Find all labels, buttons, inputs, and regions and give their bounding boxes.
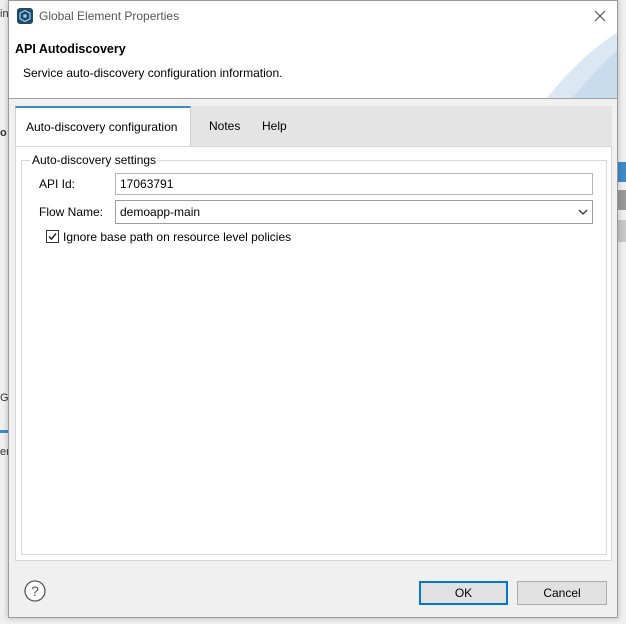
- help-icon: ?: [24, 580, 46, 602]
- tab-help[interactable]: Help: [252, 106, 297, 146]
- api-id-input[interactable]: 17063791: [115, 173, 593, 195]
- title-bar: Global Element Properties: [9, 1, 617, 33]
- ok-button[interactable]: OK: [419, 581, 508, 605]
- svg-text:?: ?: [31, 583, 39, 599]
- background-strip: [618, 162, 626, 182]
- help-button[interactable]: ?: [23, 579, 47, 603]
- header-title: API Autodiscovery: [15, 42, 126, 56]
- checkmark-icon: [48, 233, 57, 241]
- window-title: Global Element Properties: [39, 9, 180, 23]
- background-fragment: o: [0, 127, 7, 139]
- tab-auto-discovery-configuration[interactable]: Auto-discovery configuration: [15, 106, 191, 146]
- close-icon: [594, 10, 606, 22]
- background-strip: [618, 190, 626, 210]
- global-element-properties-dialog: Global Element Properties API Autodiscov…: [8, 0, 618, 618]
- tab-panel: Auto-discovery settings API Id: 17063791…: [15, 146, 612, 561]
- tab-notes[interactable]: Notes: [199, 106, 250, 146]
- header-description: Service auto-discovery configuration inf…: [23, 66, 283, 80]
- background-strip: [0, 430, 8, 433]
- chevron-down-icon: [578, 209, 588, 215]
- flow-name-select[interactable]: demoapp-main: [115, 200, 593, 224]
- tab-bar: Auto-discovery configuration Notes Help: [15, 106, 612, 146]
- flow-name-label: Flow Name:: [39, 205, 104, 219]
- group-label: Auto-discovery settings: [30, 153, 159, 167]
- ignore-base-path-checkbox[interactable]: [46, 230, 59, 243]
- dialog-header: API Autodiscovery Service auto-discovery…: [9, 33, 617, 99]
- api-id-label: API Id:: [39, 177, 76, 191]
- ignore-base-path-label[interactable]: Ignore base path on resource level polic…: [63, 230, 291, 244]
- background-strip: [618, 220, 626, 242]
- close-button[interactable]: [591, 7, 609, 25]
- header-banner-graphic: [547, 33, 617, 98]
- cancel-button[interactable]: Cancel: [517, 581, 607, 605]
- flow-name-value: demoapp-main: [120, 205, 201, 219]
- app-icon: [17, 8, 33, 24]
